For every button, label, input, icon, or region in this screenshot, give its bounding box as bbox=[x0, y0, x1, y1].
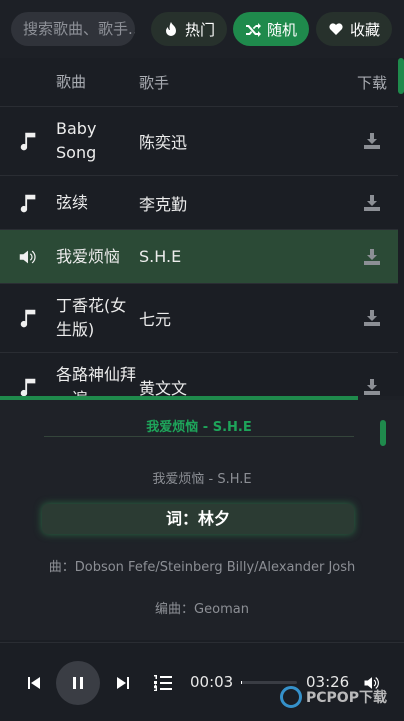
speaker-icon bbox=[19, 250, 36, 263]
list-scrollbar[interactable] bbox=[398, 58, 404, 94]
download-icon bbox=[364, 310, 380, 326]
song-artist: S.H.E bbox=[139, 247, 182, 266]
tab-favorites[interactable]: 收藏 bbox=[316, 12, 392, 46]
playlist-icon bbox=[154, 675, 172, 691]
song-title: 丁香花(女生版) bbox=[56, 296, 127, 339]
download-button[interactable] bbox=[346, 132, 398, 150]
list-header: 歌曲 歌手 下载 bbox=[0, 58, 398, 107]
download-button[interactable] bbox=[346, 378, 398, 396]
song-row[interactable]: 各路神仙拜一遍 黄文文 bbox=[0, 353, 398, 398]
download-button[interactable] bbox=[346, 194, 398, 212]
tab-hot-label: 热门 bbox=[184, 20, 215, 39]
header-title: 歌曲 bbox=[56, 73, 87, 91]
heart-icon bbox=[329, 23, 343, 35]
download-icon bbox=[364, 133, 380, 149]
tab-random-label: 随机 bbox=[266, 20, 297, 39]
top-bar: 搜索歌曲、歌手... 热门 随机 收藏 bbox=[0, 0, 404, 58]
song-title: Baby Song bbox=[56, 119, 97, 162]
lyric-line: 曲：Dobson Fefe/Steinberg Billy/Alexander … bbox=[48, 560, 356, 575]
skip-previous-icon bbox=[28, 677, 40, 689]
song-title: 各路神仙拜一遍 bbox=[56, 365, 137, 398]
music-note-icon bbox=[20, 194, 36, 212]
lyrics-scrollbar[interactable] bbox=[380, 420, 386, 446]
watermark: PCPOP下载 bbox=[280, 682, 387, 712]
tab-random[interactable]: 随机 bbox=[233, 12, 309, 46]
lyric-line: 我爱烦恼 - S.H.E bbox=[152, 472, 252, 487]
header-artist: 歌手 bbox=[139, 73, 170, 92]
flame-icon bbox=[165, 22, 176, 36]
playlist-button[interactable] bbox=[150, 671, 176, 695]
pcpop-logo-icon bbox=[280, 686, 302, 708]
song-row[interactable]: 丁香花(女生版) 七元 bbox=[0, 284, 398, 353]
header-download: 下载 bbox=[356, 73, 387, 92]
music-note-icon bbox=[20, 378, 36, 397]
shuffle-icon bbox=[245, 23, 261, 37]
song-artist: 七元 bbox=[139, 310, 172, 329]
pause-button[interactable] bbox=[56, 661, 100, 705]
music-note-icon bbox=[20, 309, 36, 328]
download-button[interactable] bbox=[346, 248, 398, 266]
song-list: 歌曲 歌手 下载 Baby Song 陈奕迅 弦续 李克勤 我爱烦恼 S.H.E… bbox=[0, 58, 398, 398]
watermark-text: PCPOP下载 bbox=[306, 690, 387, 706]
lyrics-header: 我爱烦恼 - S.H.E bbox=[146, 420, 252, 435]
lyric-line: 编曲：Geoman bbox=[155, 602, 249, 617]
music-note-icon bbox=[20, 132, 36, 151]
song-row[interactable]: Baby Song 陈奕迅 bbox=[0, 107, 398, 176]
next-button[interactable] bbox=[111, 671, 135, 695]
song-row[interactable]: 弦续 李克勤 bbox=[0, 176, 398, 230]
download-icon bbox=[364, 379, 380, 395]
previous-button[interactable] bbox=[22, 671, 46, 695]
song-artist: 黄文文 bbox=[139, 379, 188, 398]
current-time: 00:03 bbox=[190, 673, 234, 691]
download-icon bbox=[364, 248, 380, 265]
download-icon bbox=[364, 194, 380, 211]
song-row-playing[interactable]: 我爱烦恼 S.H.E bbox=[0, 230, 398, 284]
song-title: 我爱烦恼 bbox=[56, 246, 121, 266]
search-input[interactable]: 搜索歌曲、歌手... bbox=[11, 12, 135, 46]
tab-favorites-label: 收藏 bbox=[349, 20, 380, 39]
lyrics-panel: 我爱烦恼 - S.H.E 我爱烦恼 - S.H.E 词：林夕 曲：Dobson … bbox=[0, 400, 404, 640]
song-title: 弦续 bbox=[56, 192, 89, 212]
pause-icon bbox=[73, 677, 83, 689]
skip-next-icon bbox=[117, 677, 129, 689]
tab-hot[interactable]: 热门 bbox=[151, 12, 227, 46]
download-button[interactable] bbox=[346, 309, 398, 327]
song-artist: 陈奕迅 bbox=[139, 133, 188, 152]
lyric-line-current: 词：林夕 bbox=[42, 504, 354, 534]
song-artist: 李克勤 bbox=[139, 194, 188, 214]
